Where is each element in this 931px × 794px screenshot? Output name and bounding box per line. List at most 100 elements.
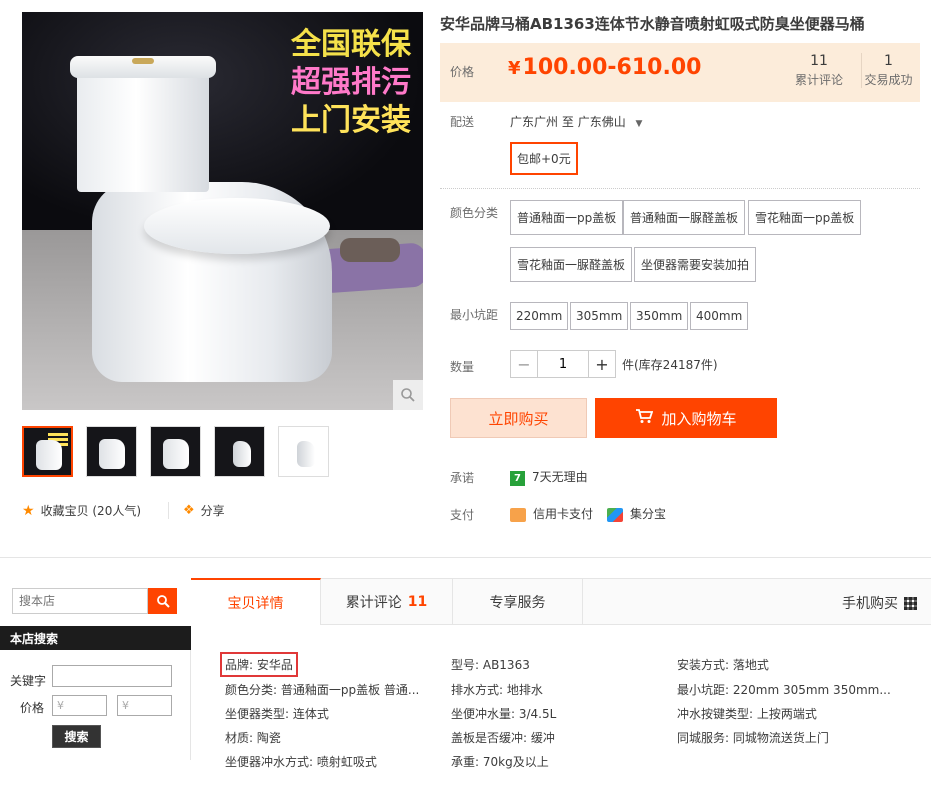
color-option-1[interactable]: 普通釉面一pp盖板 xyxy=(510,200,624,235)
attribute-item: 颜色分类: 普通釉面一pp盖板 普通... xyxy=(225,683,420,697)
tab-details[interactable]: 宝贝详情 xyxy=(191,578,321,625)
payment-jifen[interactable]: 集分宝 xyxy=(607,505,666,522)
deals-count: 1 xyxy=(884,53,893,69)
seven-day-icon: 7 xyxy=(510,471,525,486)
favorite-button[interactable]: ★ 收藏宝贝 (20人气) xyxy=(22,502,141,519)
tab-service[interactable]: 专享服务 xyxy=(453,579,583,625)
cart-icon xyxy=(635,408,654,428)
shipping-route[interactable]: 广东广州 至 广东佛山 ▼ xyxy=(510,113,642,130)
promo-line-2: 超强排污 xyxy=(291,65,411,100)
zoom-icon[interactable] xyxy=(393,380,423,410)
color-option-5[interactable]: 坐便器需要安装加拍 xyxy=(634,247,757,282)
color-option-label: 颜色分类 xyxy=(450,206,499,220)
thumbnail-toilet xyxy=(163,439,189,469)
price-min-input[interactable]: ¥ xyxy=(52,695,107,716)
payment-label: 支付 xyxy=(450,508,475,522)
pit-option-3[interactable]: 350mm xyxy=(630,302,689,330)
credit-card-icon xyxy=(510,507,526,522)
add-to-cart-button[interactable]: 加入购物车 xyxy=(595,398,777,438)
toilet-seat xyxy=(144,198,330,254)
promo-line-3: 上门安装 xyxy=(291,103,411,138)
mobile-buy-label: 手机购买 xyxy=(842,596,898,612)
thumbnail-toilet xyxy=(297,441,315,467)
reviews-count: 11 xyxy=(810,53,828,69)
promise-text: 7天无理由 xyxy=(532,470,588,484)
store-search-input[interactable] xyxy=(12,588,148,614)
tab-reviews[interactable]: 累计评论 11 xyxy=(321,579,453,625)
attribute-item: 承重: 70kg及以上 xyxy=(451,755,549,769)
quantity-stepper: − + 件(库存24187件) xyxy=(510,350,718,378)
thumbnail-2[interactable] xyxy=(86,426,137,477)
tab-reviews-label: 累计评论 xyxy=(345,595,402,611)
thumbnail-3[interactable] xyxy=(150,426,201,477)
qr-code-icon xyxy=(904,596,917,610)
attribute-item: 坐便器冲水方式: 喷射虹吸式 xyxy=(225,755,377,769)
shipping-to: 广东佛山 xyxy=(577,115,626,129)
shipping-label: 配送 xyxy=(450,115,475,129)
keyword-input[interactable] xyxy=(52,665,172,687)
section-separator xyxy=(0,557,931,558)
attribute-item: 最小坑距: 220mm 305mm 350mm... xyxy=(677,683,891,697)
price-value: ¥100.00-610.00 xyxy=(508,55,701,80)
thumbnail-5[interactable] xyxy=(278,426,329,477)
shipping-from: 广东广州 xyxy=(510,115,559,129)
price-max-input[interactable]: ¥ xyxy=(117,695,172,716)
color-option-2[interactable]: 普通釉面一脲醛盖板 xyxy=(623,200,746,235)
attribute-item: 材质: 陶瓷 xyxy=(225,731,281,745)
pit-distance-label: 最小坑距 xyxy=(450,308,499,322)
thumbnail-toilet xyxy=(36,440,62,470)
reviews-stat[interactable]: 11 累计评论 xyxy=(793,53,845,88)
buy-now-button[interactable]: 立即购买 xyxy=(450,398,587,438)
main-product-image[interactable]: 全国联保 超强排污 上门安装 xyxy=(22,12,423,410)
chevron-down-icon: ▼ xyxy=(635,119,643,129)
thumbnail-toilet xyxy=(233,441,251,467)
price-range: 100.00-610.00 xyxy=(522,55,702,80)
quantity-decrease-button[interactable]: − xyxy=(510,350,538,378)
favorite-label: 收藏宝贝 (20人气) xyxy=(40,504,142,518)
jifenbao-icon xyxy=(607,507,623,522)
store-search-button[interactable]: 搜索 xyxy=(52,725,101,748)
attribute-item: 冲水按键类型: 上按两端式 xyxy=(677,707,817,721)
payment-card-label: 信用卡支付 xyxy=(533,507,594,521)
promise-item[interactable]: 7 7天无理由 xyxy=(510,468,588,486)
payment-jifen-label: 集分宝 xyxy=(630,507,667,521)
color-option-4[interactable]: 雪花釉面一脲醛盖板 xyxy=(510,247,633,282)
attribute-item: 安装方式: 落地式 xyxy=(677,658,769,672)
section-divider xyxy=(440,188,920,189)
color-option-3[interactable]: 雪花釉面一pp盖板 xyxy=(748,200,862,235)
quantity-increase-button[interactable]: + xyxy=(588,350,616,378)
deals-stat: 1 交易成功 xyxy=(861,53,913,88)
toilet-flush-button xyxy=(132,58,154,64)
store-search-title: 本店搜索 xyxy=(0,626,191,650)
share-icon: ❖ xyxy=(183,503,195,518)
store-search xyxy=(12,588,177,614)
price-filter-label: 价格 xyxy=(20,701,45,715)
pit-option-1[interactable]: 220mm xyxy=(510,302,569,330)
attribute-item: 同城服务: 同城物流送货上门 xyxy=(677,731,829,745)
image-slippers xyxy=(340,238,400,262)
thumbnail-toilet xyxy=(99,439,125,469)
mobile-buy-link[interactable]: 手机购买 xyxy=(842,593,917,613)
share-button[interactable]: ❖ 分享 xyxy=(168,502,225,519)
pit-option-2[interactable]: 305mm xyxy=(570,302,629,330)
reviews-label: 累计评论 xyxy=(794,73,843,87)
price-panel: 价格 ¥100.00-610.00 11 累计评论 1 交易成功 xyxy=(440,43,920,102)
stock-text: 件(库存24187件) xyxy=(622,357,718,372)
detail-tabs: 宝贝详情 累计评论 11 专享服务 手机购买 xyxy=(191,578,931,625)
quantity-input[interactable] xyxy=(538,350,588,378)
share-label: 分享 xyxy=(200,504,225,518)
attribute-item: 坐便器类型: 连体式 xyxy=(225,707,329,721)
deals-label: 交易成功 xyxy=(864,73,913,87)
attribute-brand: 品牌: 安华品 xyxy=(220,652,298,677)
pit-option-4[interactable]: 400mm xyxy=(690,302,749,330)
thumbnail-4[interactable] xyxy=(214,426,265,477)
promo-line-1: 全国联保 xyxy=(291,27,411,62)
search-icon[interactable] xyxy=(148,588,177,614)
tab-reviews-count: 11 xyxy=(407,594,428,610)
currency-symbol: ¥ xyxy=(508,58,521,79)
attribute-item: 坐便冲水量: 3/4.5L xyxy=(451,707,557,721)
promise-label: 承诺 xyxy=(450,471,475,485)
thumbnail-1[interactable] xyxy=(22,426,73,477)
payment-card[interactable]: 信用卡支付 xyxy=(510,505,593,522)
price-label: 价格 xyxy=(450,65,475,79)
